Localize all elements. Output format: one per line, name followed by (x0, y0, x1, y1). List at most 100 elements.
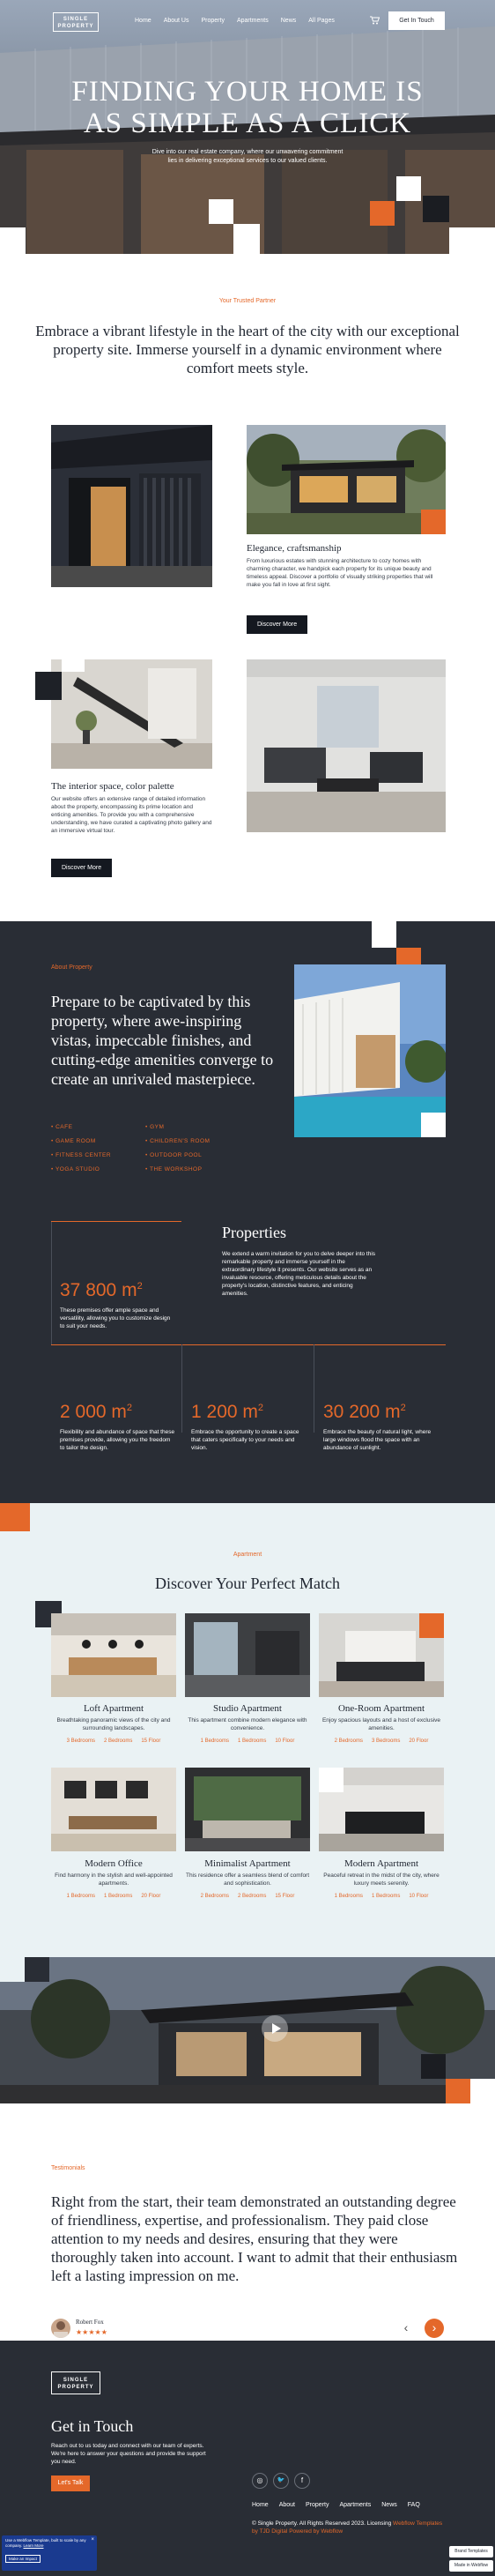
decor-square (396, 176, 421, 201)
footer-logo-line1: SINGLE (63, 2378, 89, 2383)
discover-more-button-2[interactable]: Discover More (51, 859, 113, 877)
intro-text: Embrace a vibrant lifestyle in the heart… (35, 323, 460, 376)
apartment-title-modern-office[interactable]: Modern Office (51, 1858, 176, 1869)
nav-link-all-pages[interactable]: All Pages (308, 18, 335, 24)
apartments-kicker: Apartment (233, 1552, 262, 1558)
amenity-outdoor-pool: • OUTDOOR POOL (145, 1152, 203, 1158)
decor-square (370, 201, 395, 226)
amenity-cafe: • CAFE (51, 1124, 73, 1130)
apartment-photo-modern-office[interactable] (51, 1768, 176, 1851)
footer-social-instagram-icon[interactable]: ◎ (252, 2473, 268, 2489)
decor-square (372, 921, 396, 948)
footer-link-about[interactable]: About (279, 2502, 295, 2508)
hero-title: FINDING YOUR HOME IS AS SIMPLE AS A CLIC… (0, 76, 495, 139)
amenity-the-workshop: • THE WORKSHOP (145, 1166, 203, 1173)
footer-social-facebook-icon[interactable]: f (294, 2473, 310, 2489)
apartment-title-minimalist[interactable]: Minimalist Apartment (185, 1858, 310, 1869)
nav-logo[interactable]: SINGLE PROPERTY (53, 12, 99, 32)
apartment-desc-loft: Breathtaking panoramic views of the city… (56, 1717, 171, 1731)
testimonial-next-button[interactable]: › (425, 2319, 444, 2338)
brand-templates-badge[interactable]: Brand Templates (449, 2546, 493, 2557)
feature-photo-living-room (247, 659, 446, 832)
apartment-desc-studio: This apartment combine modern elegance w… (188, 1717, 307, 1731)
stat-value-4: 30 200 m2 (323, 1402, 406, 1422)
apartment-title-loft[interactable]: Loft Apartment (51, 1703, 176, 1714)
footer-links: Home About Property Apartments News FAQ (252, 2502, 420, 2508)
apartment-desc-minimalist: This residence offer a seamless blend of… (185, 1872, 310, 1887)
feature-text-1: From luxurious estates with stunning arc… (247, 558, 433, 588)
apartment-meta-modern-apartment: 1 Bedrooms 1 Bedrooms 10 Floor (334, 1894, 429, 1899)
footer-logo[interactable]: SINGLE PROPERTY (51, 2371, 100, 2394)
testimonial-prev-button[interactable]: ‹ (396, 2319, 416, 2338)
footer-link-news[interactable]: News (381, 2502, 397, 2508)
nav-logo-line1: SINGLE (63, 17, 89, 22)
apartments-section (0, 1503, 495, 1970)
nav-link-about[interactable]: About Us (164, 18, 189, 24)
apartment-photo-studio[interactable] (185, 1613, 310, 1697)
footer-link-home[interactable]: Home (252, 2502, 269, 2508)
webflow-promo-link[interactable]: Learn More (23, 2543, 43, 2548)
made-in-webflow-badge[interactable]: Made in Webflow (449, 2560, 493, 2572)
stat-value-3: 1 200 m2 (191, 1402, 264, 1422)
decor-square (421, 510, 446, 534)
testimonial-kicker: Testimonials (51, 2165, 85, 2171)
amenity-gym: • GYM (145, 1124, 165, 1130)
footer-link-apartments[interactable]: Apartments (339, 2502, 371, 2508)
amenity-fitness-center: • FITNESS CENTER (51, 1152, 112, 1158)
nav-link-home[interactable]: Home (135, 18, 151, 24)
about-heading: Prepare to be captivated by this propert… (51, 993, 274, 1088)
decor-square (0, 227, 26, 254)
footer-link-property[interactable]: Property (306, 2502, 329, 2508)
decor-square (446, 2079, 470, 2103)
footer-text: Reach out to us today and connect with o… (51, 2443, 206, 2465)
decor-square (449, 227, 495, 254)
nav-link-apartments[interactable]: Apartments (237, 18, 269, 24)
decor-square (233, 224, 260, 254)
footer-social-twitter-icon[interactable]: 🐦 (273, 2473, 289, 2489)
apartment-title-studio[interactable]: Studio Apartment (185, 1703, 310, 1714)
feature-photo-interior-stairs (51, 659, 212, 769)
decor-square (0, 1957, 25, 1982)
lets-talk-button[interactable]: Let's Talk (51, 2475, 90, 2491)
discover-more-button-1[interactable]: Discover More (247, 615, 308, 634)
feature-text-2: Our website offers an extensive range of… (51, 796, 212, 834)
footer-powered[interactable]: Powered by Webflow (289, 2528, 343, 2535)
make-an-impact-button[interactable]: Make an Impact (5, 2555, 41, 2563)
apartment-title-modern-apartment[interactable]: Modern Apartment (319, 1858, 444, 1869)
decor-square (421, 2054, 446, 2079)
stat-value-2: 2 000 m2 (60, 1402, 133, 1422)
properties-text: We extend a warm invitation for you to d… (222, 1251, 376, 1297)
footer-link-faq[interactable]: FAQ (408, 2502, 420, 2508)
apartment-desc-modern-apartment: Peaceful retreat in the midst of the cit… (323, 1872, 440, 1887)
footer-copyright: © Single Property. All Rights Reserved 2… (252, 2520, 446, 2535)
footer-credit-brand[interactable]: TJD Digital (260, 2528, 288, 2535)
apartment-photo-minimalist[interactable] (185, 1768, 310, 1851)
get-in-touch-button[interactable]: Get In Touch (388, 11, 445, 30)
webflow-promo-text: Use a Webflow Template, built to scale b… (5, 2538, 86, 2548)
stats-divider-vertical (51, 1221, 52, 1344)
nav-links: Home About Us Property Apartments News A… (135, 18, 335, 24)
footer-copyright-text: © Single Property. All Rights Reserved 2… (252, 2520, 392, 2527)
nav-link-property[interactable]: Property (201, 18, 224, 24)
apartment-title-one-room[interactable]: One-Room Apartment (319, 1703, 444, 1714)
close-icon[interactable]: × (91, 2537, 94, 2542)
apartment-meta-modern-office: 1 Bedrooms 1 Bedrooms 20 Floor (66, 1894, 161, 1899)
hero-title-line1: FINDING YOUR HOME IS (71, 76, 424, 108)
apartment-meta-minimalist: 2 Bedrooms 2 Bedrooms 15 Floor (200, 1894, 295, 1899)
about-kicker: About Property (51, 964, 92, 971)
cart-icon[interactable] (370, 16, 380, 27)
testimonial-avatar (51, 2319, 70, 2338)
stat-text-4: Embrace the beauty of natural light, whe… (323, 1429, 432, 1451)
video-play-button[interactable] (262, 2015, 288, 2042)
apartment-photo-loft[interactable] (51, 1613, 176, 1697)
stat-text-1: These premises offer ample space and ver… (60, 1307, 171, 1329)
amenity-game-room: • GAME ROOM (51, 1138, 96, 1144)
decor-square (25, 1957, 49, 1982)
nav-link-news[interactable]: News (281, 18, 297, 24)
footer-title: Get in Touch (51, 2417, 134, 2435)
about-photo-modern-house-pool (294, 964, 446, 1137)
decor-square (419, 1613, 444, 1638)
apartment-meta-loft: 3 Bedrooms 2 Bedrooms 15 Floor (66, 1738, 161, 1744)
properties-title: Properties (222, 1224, 286, 1241)
intro-kicker: Your Trusted Partner (218, 298, 277, 304)
